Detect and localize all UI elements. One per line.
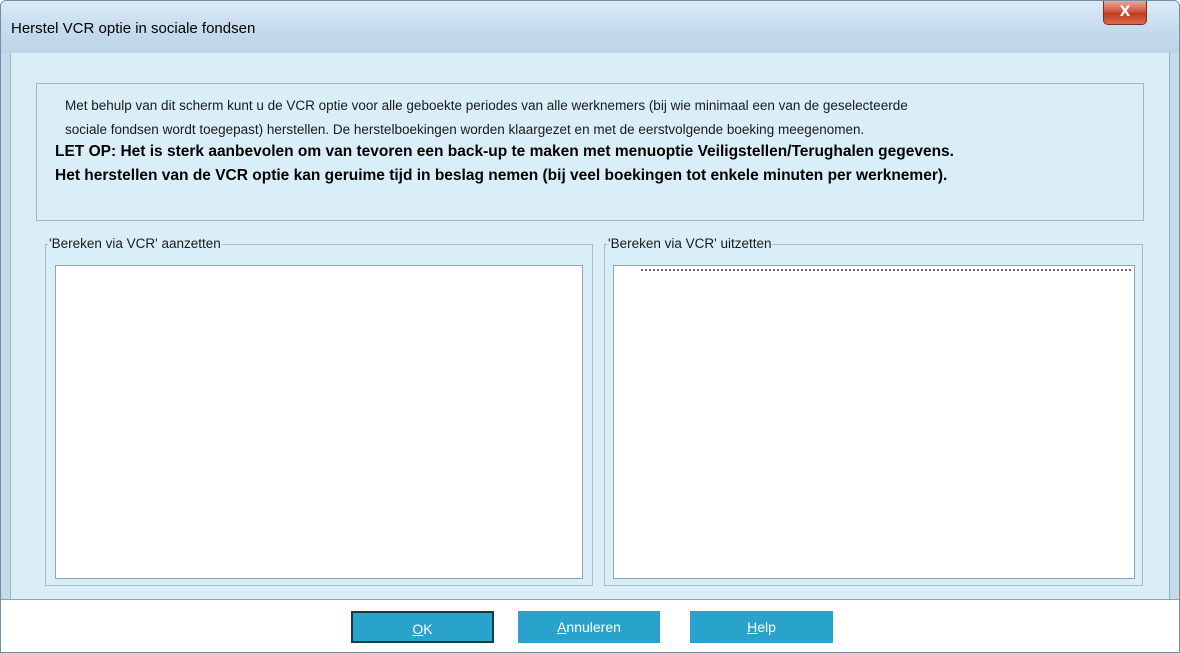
window-frame-left	[1, 53, 11, 599]
close-icon: X	[1119, 4, 1131, 20]
group-vcr-aanzetten: 'Bereken via VCR' aanzetten	[45, 236, 593, 586]
info-line-1: Met behulp van dit scherm kunt u de VCR …	[65, 98, 908, 113]
listbox-vcr-uitzetten[interactable]	[613, 265, 1135, 579]
info-line-2: sociale fondsen wordt toegepast) herstel…	[65, 122, 865, 137]
close-button[interactable]: X	[1103, 1, 1147, 25]
group-label-uitzetten: 'Bereken via VCR' uitzetten	[607, 236, 773, 251]
group-vcr-uitzetten: 'Bereken via VCR' uitzetten	[604, 236, 1143, 586]
focus-rectangle	[641, 269, 1131, 271]
warning-line-2: Het herstellen van de VCR optie kan geru…	[55, 167, 948, 184]
help-button[interactable]: Help	[690, 611, 833, 643]
info-description: Met behulp van dit scherm kunt u de VCR …	[65, 94, 1135, 142]
annuleren-button[interactable]: Annuleren	[518, 611, 660, 643]
ok-label-rest: K	[423, 621, 433, 637]
info-panel: Met behulp van dit scherm kunt u de VCR …	[36, 83, 1144, 221]
help-label-rest: elp	[757, 619, 776, 635]
title-bar: Herstel VCR optie in sociale fondsen	[1, 1, 1179, 53]
group-label-aanzetten: 'Bereken via VCR' aanzetten	[48, 236, 222, 251]
help-accelerator: H	[747, 619, 758, 635]
warning-line-1: LET OP: Het is sterk aanbevolen om van t…	[55, 143, 954, 160]
info-warning: LET OP: Het is sterk aanbevolen om van t…	[55, 140, 1143, 188]
annuleren-label-rest: nnuleren	[566, 619, 621, 635]
ok-accelerator: O	[412, 621, 424, 637]
window-frame-right	[1169, 53, 1179, 599]
ok-button[interactable]: OK	[351, 611, 494, 643]
window-title: Herstel VCR optie in sociale fondsen	[11, 20, 256, 37]
dialog-window: Herstel VCR optie in sociale fondsen X M…	[0, 0, 1180, 653]
listbox-vcr-aanzetten[interactable]	[55, 265, 583, 579]
